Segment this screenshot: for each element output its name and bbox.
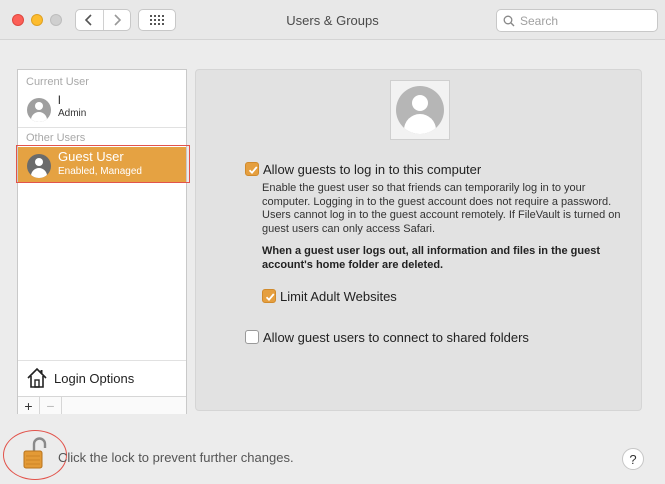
guest-settings-panel: Allow guests to log in to this computer … <box>195 69 642 411</box>
allow-guests-checkbox[interactable] <box>245 162 259 176</box>
search-input[interactable] <box>520 13 650 28</box>
avatar-icon <box>27 98 51 122</box>
limit-adult-websites-checkbox[interactable] <box>262 289 276 303</box>
checkmark-icon <box>265 293 275 302</box>
other-users-heading: Other Users <box>26 132 86 144</box>
user-role: Enabled, Managed <box>58 166 142 177</box>
guest-description: Enable the guest user so that friends ca… <box>262 182 621 235</box>
user-list: Current User l Admin Other Users Guest U… <box>17 69 187 414</box>
guest-warning: When a guest user logs out, all informat… <box>262 245 600 271</box>
avatar-icon <box>27 154 51 178</box>
search-field[interactable] <box>496 9 658 32</box>
search-icon <box>503 15 515 26</box>
help-button[interactable]: ? <box>622 448 644 470</box>
checkmark-icon <box>248 166 258 175</box>
remove-user-button[interactable]: − <box>40 397 62 414</box>
current-user-heading: Current User <box>26 76 89 88</box>
user-role: Admin <box>58 108 87 119</box>
login-options-item[interactable]: Login Options <box>18 360 186 396</box>
user-name: Guest User <box>58 149 124 164</box>
unlocked-padlock-icon <box>23 437 47 469</box>
user-name: l <box>58 93 61 107</box>
user-row-guest[interactable]: Guest User Enabled, Managed <box>18 147 186 183</box>
allow-guests-label[interactable]: Allow guests to log in to this computer <box>263 162 481 177</box>
user-picture-icon <box>396 86 444 134</box>
add-user-button[interactable]: + <box>18 397 40 414</box>
user-row-admin[interactable]: l Admin <box>18 91 186 127</box>
house-icon <box>27 367 47 388</box>
limit-adult-websites-label[interactable]: Limit Adult Websites <box>280 289 397 304</box>
shared-folders-label[interactable]: Allow guest users to connect to shared f… <box>263 330 529 345</box>
shared-folders-checkbox[interactable] <box>245 330 259 344</box>
login-options-label: Login Options <box>54 371 135 386</box>
add-remove-bar: + − <box>18 396 186 414</box>
divider <box>18 127 186 128</box>
user-picture[interactable] <box>390 80 450 140</box>
lock-status-text: Click the lock to prevent further change… <box>58 450 294 465</box>
title-bar: Users & Groups <box>0 0 665 40</box>
